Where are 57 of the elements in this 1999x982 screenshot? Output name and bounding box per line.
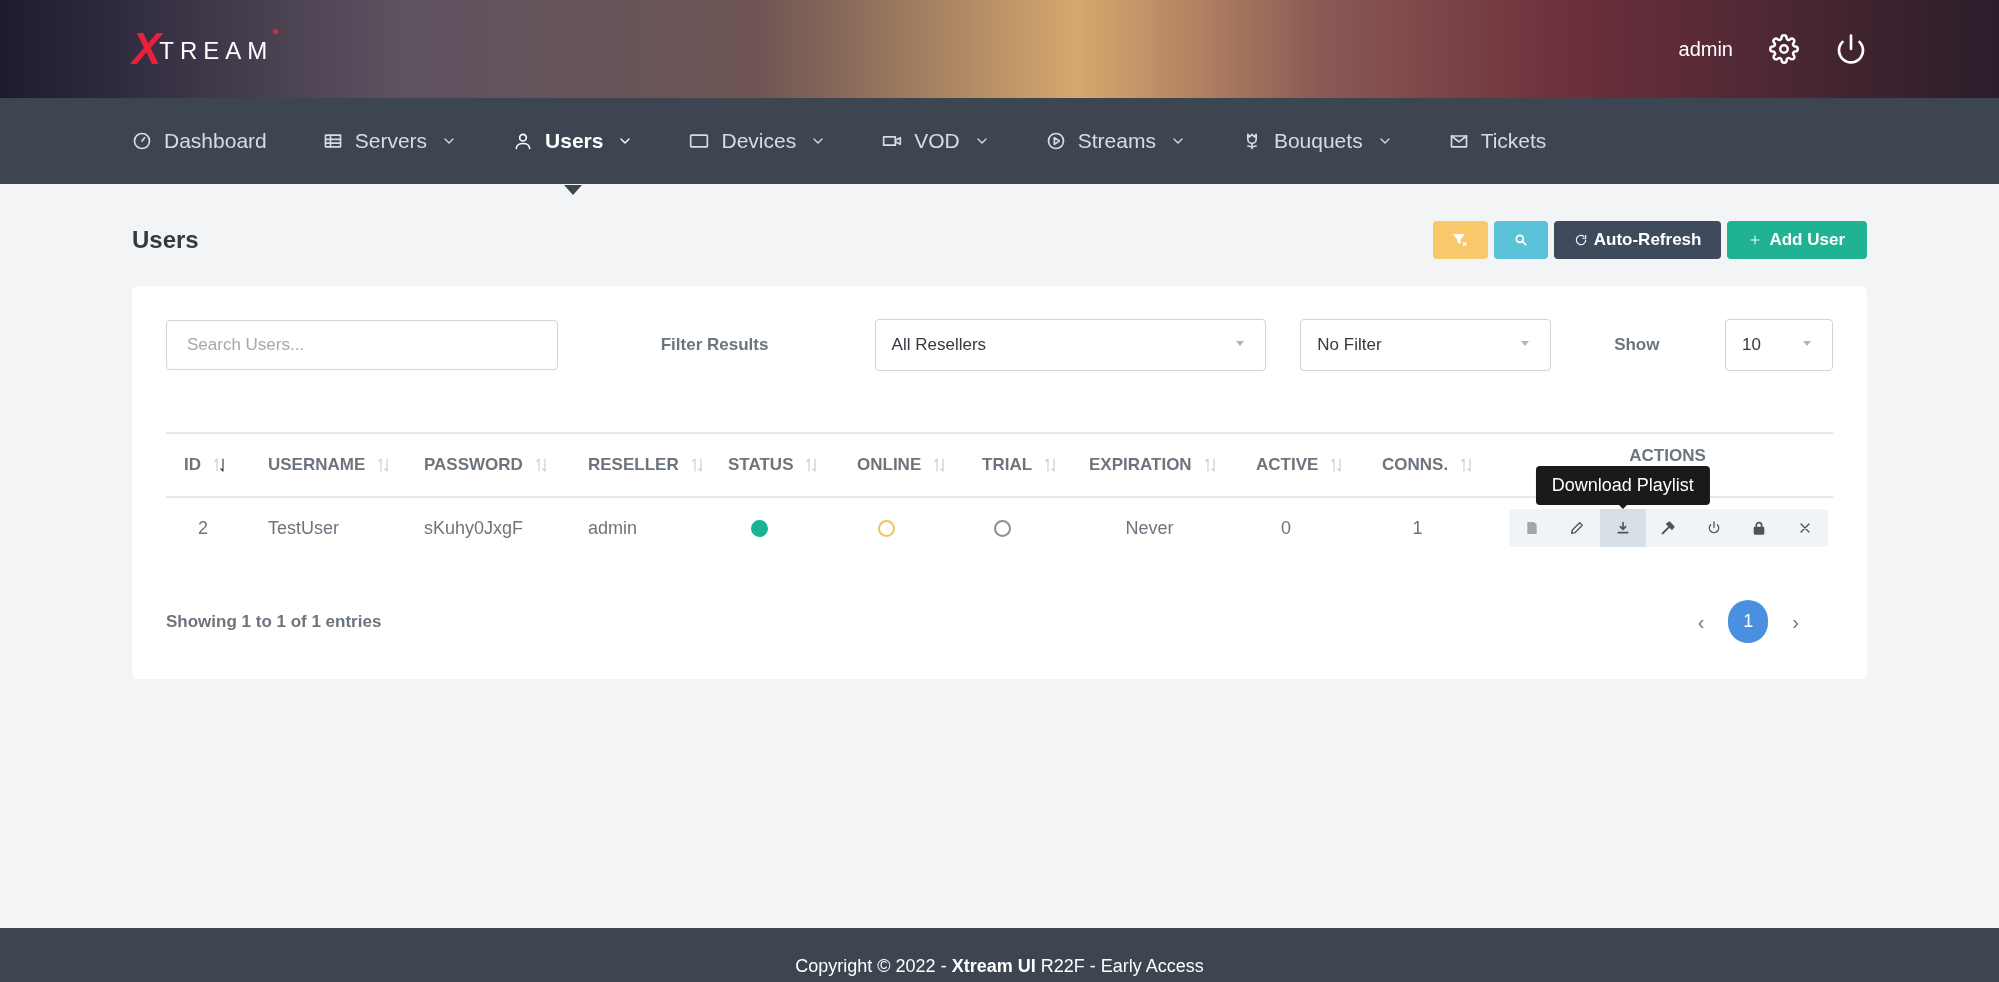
reseller-dropdown[interactable]: All Resellers (874, 319, 1267, 371)
nav-item[interactable]: VOD (882, 125, 990, 157)
refresh-icon (1573, 233, 1588, 247)
table-cell-text: 0 (1281, 516, 1291, 540)
play-circle-icon (1045, 131, 1066, 151)
entries-summary: Showing 1 to 1 of 1 entries (166, 610, 382, 633)
rectangle-icon (689, 131, 710, 151)
settings-icon[interactable] (1769, 34, 1799, 64)
server-icon (322, 131, 343, 151)
page-size-dropdown[interactable]: 10 (1725, 319, 1833, 371)
column-header[interactable]: ONLINE (857, 452, 922, 478)
search-field[interactable]: Search Users... (166, 320, 558, 370)
auto-refresh-button[interactable]: Auto-Refresh (1553, 221, 1722, 259)
nav-item[interactable]: Users (513, 125, 634, 157)
nav-item[interactable]: Dashboard (132, 125, 267, 157)
next-page-link[interactable]: › (1782, 606, 1809, 637)
copyright-text: Copyright © 2022 - Xtream UI R22F - Early Access (795, 955, 1204, 978)
column-header[interactable]: EXPIRATION (1089, 452, 1192, 478)
page-button[interactable]: 1 (1728, 600, 1769, 643)
status-filter-dropdown[interactable]: No Filter (1300, 319, 1552, 371)
gauge-icon (132, 131, 152, 151)
nav-item[interactable]: Streams (1045, 125, 1186, 157)
table-cell: TestUser (268, 517, 339, 538)
username-label[interactable]: admin (1678, 34, 1733, 64)
table-cell: 2 (198, 517, 208, 538)
page-title: Users (132, 225, 199, 255)
show-label: Show (1614, 334, 1661, 357)
nav-item[interactable]: Servers (322, 125, 458, 157)
tooltip: Download Playlist (1535, 466, 1710, 505)
plus-icon (1749, 234, 1762, 246)
table-cell-text: 1 (1412, 516, 1423, 540)
table-cell-text: Never (1125, 516, 1174, 540)
filter-clear-icon (1452, 232, 1469, 248)
column-header[interactable]: ACTIONS (1629, 443, 1706, 469)
nav-item[interactable]: Bouquets (1241, 125, 1393, 157)
table-cell: admin (588, 517, 638, 538)
search-icon (1513, 233, 1528, 247)
filter-results-label: Filter Results (660, 334, 770, 357)
hammer-icon (1660, 520, 1677, 536)
nav-item[interactable]: Devices (689, 125, 827, 157)
column-header[interactable]: ACTIVE (1256, 452, 1319, 478)
column-header[interactable]: CONNS. (1382, 452, 1449, 478)
table-cell: sKuhy0JxgF (424, 517, 524, 538)
registered-icon (273, 29, 279, 34)
nav-item[interactable]: Tickets (1448, 125, 1547, 157)
power-icon[interactable] (1835, 33, 1867, 65)
column-header[interactable]: STATUS (728, 452, 794, 478)
column-header[interactable]: TRIAL (982, 452, 1033, 478)
search-button[interactable] (1493, 221, 1548, 259)
pencil-icon (1569, 520, 1586, 536)
column-header[interactable]: RESELLER (588, 452, 679, 478)
add-user-button[interactable]: Add User (1727, 221, 1867, 259)
previous-page-link[interactable]: ‹ (1687, 606, 1715, 637)
column-header[interactable]: USERNAME (268, 452, 366, 478)
column-header[interactable]: PASSWORD (424, 452, 523, 478)
clear-filter-button[interactable] (1432, 221, 1488, 259)
column-header[interactable]: ID (184, 452, 201, 478)
